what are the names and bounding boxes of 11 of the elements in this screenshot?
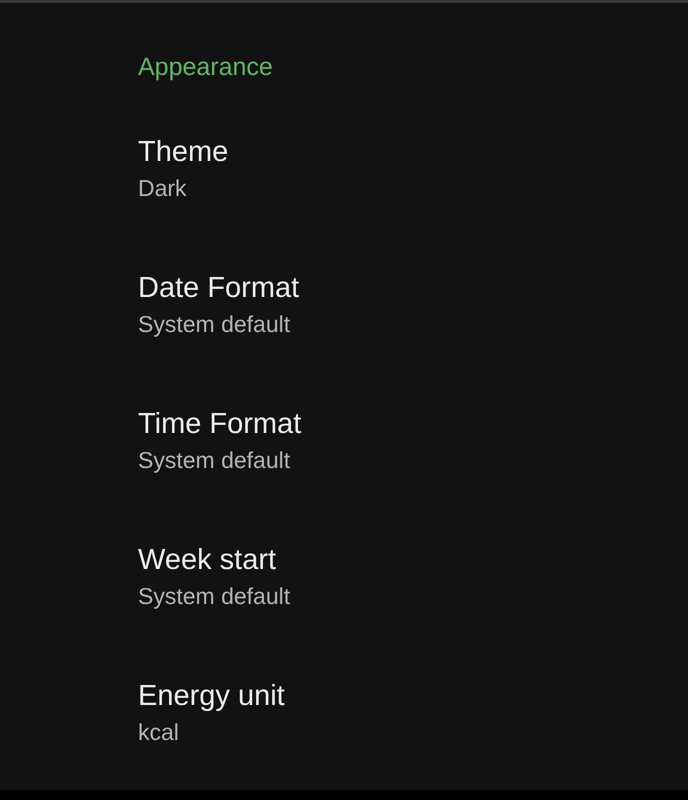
setting-title[interactable]: Week start xyxy=(138,542,276,578)
setting-value: kcal xyxy=(138,718,179,747)
setting-value: System default xyxy=(138,446,290,475)
setting-title[interactable]: Time Format xyxy=(138,406,302,442)
setting-title[interactable]: Theme xyxy=(138,134,228,170)
setting-title[interactable]: Energy unit xyxy=(138,678,285,714)
setting-value: Dark xyxy=(138,174,187,203)
setting-title[interactable]: Date Format xyxy=(138,270,300,306)
section-title: Appearance xyxy=(138,52,273,82)
setting-value: System default xyxy=(138,582,290,611)
setting-value: System default xyxy=(138,310,290,339)
